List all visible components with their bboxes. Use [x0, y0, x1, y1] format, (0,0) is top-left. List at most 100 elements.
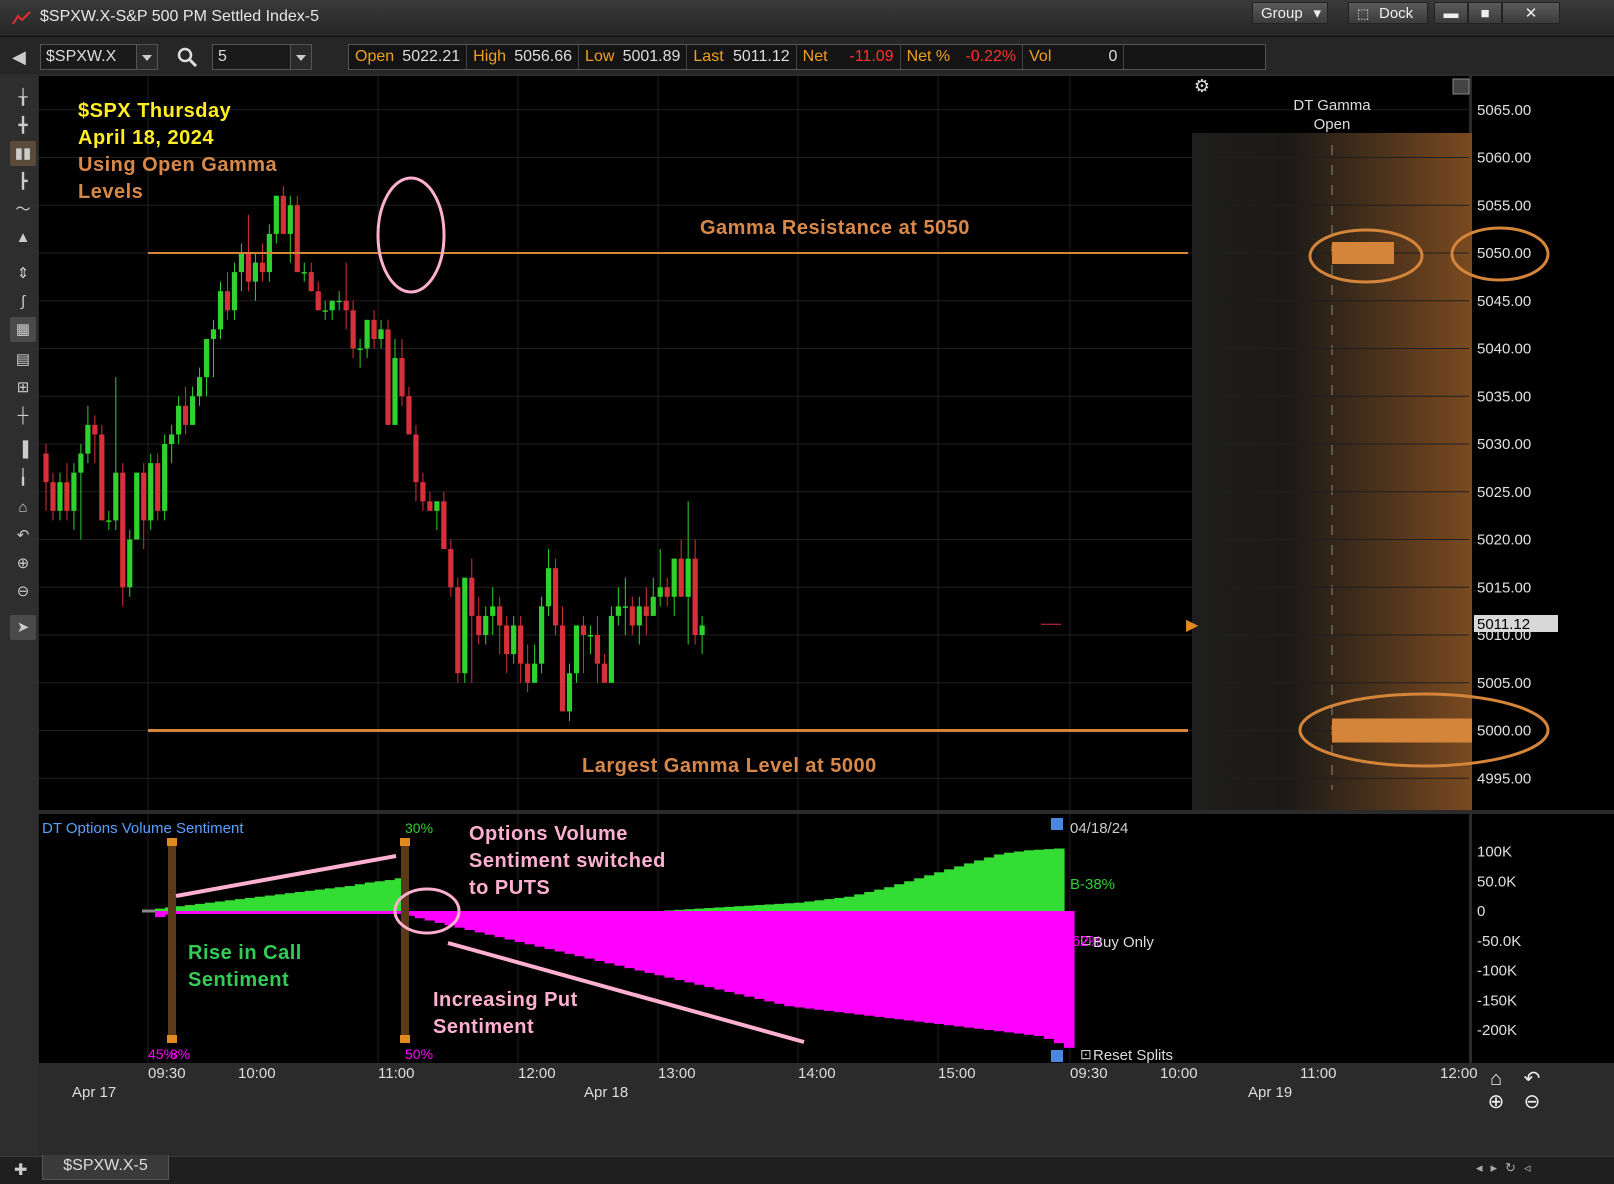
- split-handle-bottom[interactable]: [1051, 1050, 1063, 1062]
- candle-body: [601, 663, 607, 683]
- price-chart[interactable]: 4995.005000.005005.005010.005015.005020.…: [38, 75, 1614, 1156]
- undo-icon[interactable]: ↶: [10, 523, 36, 548]
- call-volume-bar: [184, 905, 196, 911]
- home-icon[interactable]: ⌂: [10, 495, 36, 520]
- call-volume-bar: [664, 910, 676, 911]
- add-tab-icon[interactable]: ✚: [14, 1160, 27, 1180]
- tool-line-icon[interactable]: 〜: [10, 197, 36, 222]
- tool-hlc-icon[interactable]: ┣: [10, 169, 36, 194]
- candle-body: [622, 606, 628, 608]
- put-volume-bar: [434, 911, 446, 923]
- candle-body: [434, 501, 440, 511]
- maximize-button[interactable]: ■: [1468, 2, 1502, 24]
- candle-body: [385, 329, 391, 425]
- put-volume-bar: [934, 911, 945, 1025]
- candle-body: [301, 272, 307, 274]
- tab-spxw-5[interactable]: $SPXW.X-5: [42, 1155, 169, 1180]
- tab-nav-icons[interactable]: ◂▸↻◃: [1476, 1160, 1538, 1176]
- zoom-in-icon[interactable]: ⊕: [10, 551, 36, 576]
- call-volume-bar: [334, 887, 346, 911]
- tool-bar-up-icon[interactable]: ▐: [10, 437, 36, 462]
- tool-crosshair-icon[interactable]: ╁: [10, 85, 36, 110]
- put-volume-bar: [694, 911, 705, 985]
- put-volume-bar: [284, 911, 296, 914]
- reset-splits-icon[interactable]: ⊡: [1080, 1046, 1092, 1062]
- candle-body: [685, 558, 691, 597]
- pointer-icon[interactable]: ➤: [10, 615, 36, 640]
- put-volume-bar: [844, 911, 855, 1014]
- put-volume-bar: [1004, 911, 1015, 1033]
- dock-button[interactable]: ⬚ Dock: [1348, 2, 1428, 24]
- time-tick-label: 09:30: [1070, 1065, 1108, 1082]
- put-volume-bar: [884, 911, 895, 1019]
- group-button[interactable]: Group ▾: [1252, 2, 1328, 24]
- tool-table-icon[interactable]: ▤: [10, 347, 36, 372]
- quote-value: 5022.21: [402, 48, 461, 65]
- window-title: $SPXW.X-S&P 500 PM Settled Index-5: [40, 8, 319, 25]
- zoom-out-nav-icon[interactable]: ⊖: [1524, 1091, 1541, 1113]
- zoom-in-nav-icon[interactable]: ⊕: [1488, 1091, 1505, 1113]
- dock-icon: ⬚: [1357, 6, 1370, 21]
- call-volume-bar: [384, 880, 396, 911]
- interval-select[interactable]: 5: [212, 44, 312, 70]
- call-volume-bar: [744, 905, 755, 911]
- tool-grid-icon[interactable]: ▦: [10, 317, 36, 342]
- candle-body: [43, 453, 49, 483]
- chevron-down-icon[interactable]: [290, 45, 311, 69]
- put-volume-bar: [1064, 911, 1075, 1048]
- quote-label: Vol: [1029, 48, 1052, 65]
- call-volume-bar: [1004, 852, 1015, 911]
- candle-body: [629, 606, 635, 626]
- call-volume-bar: [814, 900, 825, 911]
- search-icon[interactable]: [176, 46, 198, 68]
- call-volume-bar: [944, 869, 955, 911]
- buy-only-label[interactable]: Buy Only: [1093, 934, 1154, 951]
- quote-label: Last: [693, 48, 724, 65]
- candle-body: [413, 434, 419, 483]
- tool-bar-icon[interactable]: ╋: [10, 113, 36, 138]
- candle-body: [538, 606, 545, 664]
- put-volume-bar: [664, 911, 676, 978]
- tool-bar-down-icon[interactable]: ╽: [10, 465, 36, 490]
- zoom-out-icon[interactable]: ⊖: [10, 579, 36, 604]
- put-volume-bar: [324, 911, 336, 914]
- tool-grid2-icon[interactable]: ⊞: [10, 375, 36, 400]
- minimize-button[interactable]: ▬: [1434, 2, 1468, 24]
- candle-body: [692, 558, 698, 635]
- tool-hline-icon[interactable]: ┼: [10, 403, 36, 428]
- call-volume-bar: [964, 863, 975, 911]
- candle-body: [259, 262, 265, 273]
- symbol-input[interactable]: $SPXW.X: [40, 44, 158, 70]
- dt-gamma-line2: Open: [1314, 116, 1351, 133]
- time-tick-label: 14:00: [798, 1065, 836, 1082]
- tool-mountain-icon[interactable]: ▲: [10, 225, 36, 250]
- maximize-icon: ■: [1480, 5, 1490, 22]
- price-tick-label: 5025.00: [1477, 484, 1531, 501]
- collapse-left-icon[interactable]: ◀: [12, 47, 26, 68]
- call-volume-bar: [374, 881, 386, 911]
- put-volume-bar: [644, 911, 656, 973]
- quote-value: 5011.12: [733, 48, 790, 65]
- settings-gear-icon[interactable]: ⚙: [1194, 76, 1210, 96]
- tool-fib-icon[interactable]: ⇕: [10, 261, 36, 286]
- chevron-down-icon[interactable]: [136, 45, 157, 69]
- app-logo-icon: [12, 11, 31, 25]
- put-line2: Sentiment: [433, 1016, 534, 1038]
- call-volume-bar: [754, 905, 765, 911]
- tool-candle-icon[interactable]: ▮▮: [10, 141, 36, 166]
- home-nav-icon[interactable]: ⌂: [1490, 1068, 1502, 1090]
- candle-body: [127, 539, 133, 588]
- put-volume-bar: [714, 911, 725, 990]
- split-handle-top[interactable]: [1051, 818, 1063, 830]
- put-volume-bar: [784, 911, 795, 1007]
- split-marker-top: [167, 838, 177, 846]
- undo-nav-icon[interactable]: ↶: [1524, 1068, 1541, 1090]
- call-volume-bar: [994, 854, 1005, 911]
- switch-line2: Sentiment switched: [469, 850, 666, 872]
- close-button[interactable]: ✕: [1502, 2, 1560, 24]
- put-volume-bar: [654, 911, 666, 976]
- tool-curve-icon[interactable]: ∫: [10, 289, 36, 314]
- reset-splits-label[interactable]: Reset Splits: [1093, 1047, 1173, 1064]
- put-volume-bar: [204, 911, 216, 914]
- panel-menu-icon[interactable]: [1452, 78, 1470, 95]
